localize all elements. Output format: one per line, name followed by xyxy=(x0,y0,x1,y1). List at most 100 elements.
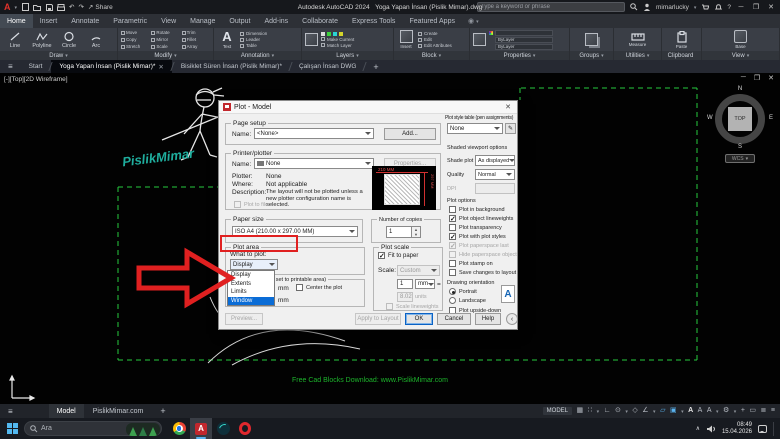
tool-polyline[interactable]: Polyline xyxy=(30,31,54,49)
redo-icon[interactable]: ↷ xyxy=(78,3,83,11)
tool-text[interactable]: AText xyxy=(217,30,237,49)
tool-block-create[interactable]: Create xyxy=(418,31,452,36)
tool-copy[interactable]: Copy xyxy=(121,36,149,43)
ribbon-tab-insert[interactable]: Insert xyxy=(33,14,65,28)
save-icon[interactable] xyxy=(45,3,53,11)
tool-measure[interactable]: Measure xyxy=(623,33,653,47)
lineweight-control[interactable]: ByLayer xyxy=(489,44,553,50)
group-icon[interactable] xyxy=(585,33,598,46)
user-avatar-icon[interactable] xyxy=(643,3,651,11)
taskbar-app-globe-icon[interactable] xyxy=(212,418,234,439)
tool-block-edit[interactable]: Edit xyxy=(418,37,452,42)
new-layout-button[interactable]: + xyxy=(152,404,173,418)
new-tab-button[interactable]: + xyxy=(365,60,386,73)
layer-properties-icon[interactable] xyxy=(305,33,318,46)
less-options-button[interactable]: ‹ xyxy=(506,313,518,325)
cancel-button[interactable]: Cancel xyxy=(437,313,471,325)
workspace-switching-icon[interactable] xyxy=(723,406,729,416)
center-plot-checkbox[interactable]: Center the plot xyxy=(296,284,342,291)
panel-label-draw[interactable]: Draw xyxy=(0,51,117,60)
panel-label-properties[interactable]: Properties xyxy=(470,51,569,60)
start-button[interactable] xyxy=(0,423,24,434)
annotation-monitor-icon[interactable] xyxy=(741,406,745,416)
panel-label-layers[interactable]: Layers xyxy=(302,51,393,60)
panel-label-utilities[interactable]: Utilities xyxy=(614,51,661,60)
scale-select[interactable]: Custom xyxy=(397,265,440,276)
dpi-input[interactable] xyxy=(475,183,515,194)
tool-dimension[interactable]: Dimension xyxy=(240,31,267,36)
tool-trim[interactable]: Trim xyxy=(182,29,210,36)
linetype-control[interactable]: ByLayer xyxy=(489,37,553,43)
taskbar-app-chrome-icon[interactable] xyxy=(168,418,190,439)
file-tab-start[interactable]: Start xyxy=(21,60,51,73)
open-file-icon[interactable] xyxy=(33,3,41,11)
fit-to-paper-checkbox[interactable]: Fit to paper xyxy=(378,252,418,259)
ribbon-tab-express-tools[interactable]: Express Tools xyxy=(345,14,402,28)
add-page-setup-button[interactable]: Add... xyxy=(384,128,436,140)
taskbar-clock[interactable]: 08:49 15.04.2026 xyxy=(722,422,752,436)
landscape-radio[interactable]: Landscape xyxy=(449,297,486,304)
selection-cycling-icon[interactable] xyxy=(761,406,767,416)
cart-icon[interactable] xyxy=(701,3,709,11)
panel-label-annotation[interactable]: Annotation xyxy=(214,51,301,60)
restore-icon[interactable]: ❐ xyxy=(751,3,761,11)
spin-down-icon[interactable]: ▼ xyxy=(412,232,420,237)
shade-plot-select[interactable]: As displayed xyxy=(475,155,515,166)
undo-icon[interactable]: ↶ xyxy=(69,3,74,11)
tool-paste[interactable]: Paste xyxy=(669,31,695,49)
plot-icon[interactable] xyxy=(57,3,65,11)
plot-option-transparency[interactable]: Plot transparency xyxy=(449,224,502,231)
volume-icon[interactable] xyxy=(706,425,716,433)
viewcube-north[interactable]: N xyxy=(708,86,772,92)
tool-rotate[interactable]: Rotate xyxy=(151,29,179,36)
notification-bell-icon[interactable] xyxy=(714,3,722,11)
file-tab-calisan[interactable]: Çalışan İnsan DWG xyxy=(291,60,364,73)
drawing-minimize-icon[interactable]: ─ xyxy=(741,74,746,82)
lineweight-icon[interactable] xyxy=(670,406,677,416)
autoscale-icon[interactable] xyxy=(698,406,703,416)
model-tab[interactable]: Model xyxy=(49,404,84,418)
preview-button[interactable]: Preview... xyxy=(225,313,263,325)
panel-label-block[interactable]: Block xyxy=(394,51,469,60)
tool-match-layer[interactable]: Match Layer xyxy=(321,43,354,48)
grid-icon[interactable] xyxy=(577,406,584,416)
apply-to-layout-button[interactable]: Apply to Layout xyxy=(355,313,401,325)
drawing-restore-icon[interactable]: ❐ xyxy=(754,74,760,82)
autocad-logo-icon[interactable]: A xyxy=(4,3,11,12)
help-button[interactable]: Help xyxy=(475,313,501,325)
plot-option-paperspace-last[interactable]: Plot paperspace last xyxy=(449,242,509,249)
user-name[interactable]: mimarlucky xyxy=(656,4,689,11)
tool-circle[interactable]: Circle xyxy=(57,31,81,49)
plot-option-save-changes[interactable]: Save changes to layout xyxy=(449,269,516,276)
file-tab-yoga[interactable]: Yoga Yapan İnsan (Pislik Mimar)*✕ xyxy=(51,60,171,73)
viewcube-east[interactable]: E xyxy=(769,115,773,121)
ribbon-tab-annotate[interactable]: Annotate xyxy=(64,14,106,28)
taskbar-app-opera-icon[interactable] xyxy=(234,418,256,439)
viewcube-west[interactable]: W xyxy=(707,115,713,121)
isometric-drafting-icon[interactable] xyxy=(632,406,637,416)
ribbon-tab-parametric[interactable]: Parametric xyxy=(106,14,154,28)
tool-insert-block[interactable]: Insert xyxy=(397,30,415,49)
minimize-icon[interactable]: ─ xyxy=(736,4,746,11)
tool-move[interactable]: Move xyxy=(121,29,149,36)
plot-option-stamp[interactable]: Plot stamp on xyxy=(449,260,493,267)
panel-label-view[interactable]: View xyxy=(702,51,779,60)
match-properties-icon[interactable] xyxy=(473,33,486,46)
ribbon-tab-manage[interactable]: Manage xyxy=(183,14,222,28)
scale-lineweights-checkbox[interactable]: Scale lineweights xyxy=(386,303,439,310)
tool-table[interactable]: Table xyxy=(240,43,267,48)
model-space-toggle[interactable]: MODEL xyxy=(543,407,572,415)
tool-make-current[interactable]: Make Current xyxy=(321,37,354,42)
quality-select[interactable]: Normal xyxy=(475,169,515,180)
ribbon-tab-featured-apps[interactable]: Featured Apps xyxy=(402,14,462,28)
ortho-icon[interactable] xyxy=(604,406,611,416)
panel-label-modify[interactable]: Modify xyxy=(118,51,213,60)
scale-units-input[interactable]: 8.026 xyxy=(397,292,413,302)
transparency-icon[interactable] xyxy=(749,406,756,416)
file-tab-bisiklet[interactable]: Bisiklet Süren İnsan (Pislik Mimar)* xyxy=(173,60,290,73)
page-setup-name-select[interactable]: <None> xyxy=(254,128,374,139)
ok-button[interactable]: OK xyxy=(405,313,433,325)
search-icon[interactable] xyxy=(630,3,638,11)
edit-plot-style-button[interactable]: ✎ xyxy=(505,123,516,134)
viewcube-top-face[interactable]: TOP xyxy=(728,107,752,131)
